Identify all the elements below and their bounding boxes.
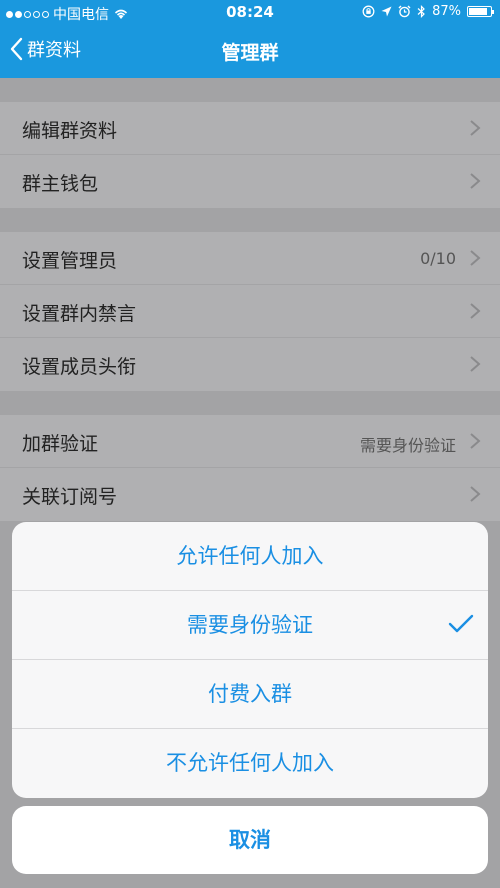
row-owner-wallet[interactable]: 群主钱包	[0, 155, 500, 208]
status-bar: 中国电信 08:24 87%	[0, 0, 500, 26]
option-disallow-anyone[interactable]: 不允许任何人加入	[12, 729, 488, 798]
row-label: 设置群内禁言	[22, 303, 137, 325]
option-label: 不允许任何人加入	[166, 751, 334, 775]
location-icon	[381, 6, 392, 17]
cancel-label: 取消	[229, 828, 271, 852]
settings-group-3: 加群验证 需要身份验证 关联订阅号	[0, 415, 500, 521]
cancel-button[interactable]: 取消	[12, 806, 488, 874]
row-value: 需要身份验证	[359, 436, 456, 455]
row-join-verification[interactable]: 加群验证 需要身份验证	[0, 415, 500, 468]
row-value: 0/10	[420, 249, 456, 268]
action-sheet: 允许任何人加入 需要身份验证 付费入群 不允许任何人加入	[12, 522, 488, 798]
row-set-admins[interactable]: 设置管理员 0/10	[0, 232, 500, 285]
battery-icon	[467, 6, 494, 17]
chevron-right-icon	[470, 250, 481, 266]
lock-rotation-icon	[362, 5, 375, 18]
row-label: 设置管理员	[22, 250, 118, 272]
row-linked-subscription[interactable]: 关联订阅号	[0, 468, 500, 521]
option-paid-join[interactable]: 付费入群	[12, 660, 488, 729]
nav-bar: 群资料 管理群	[0, 26, 500, 78]
settings-group-1: 编辑群资料 群主钱包	[0, 102, 500, 208]
row-label: 加群验证	[22, 433, 99, 455]
chevron-right-icon	[470, 173, 481, 189]
row-member-titles[interactable]: 设置成员头衔	[0, 338, 500, 391]
chevron-right-icon	[470, 356, 481, 372]
row-label: 设置成员头衔	[22, 356, 137, 378]
row-mute-members[interactable]: 设置群内禁言	[0, 285, 500, 338]
bluetooth-icon	[417, 5, 425, 18]
chevron-right-icon	[470, 433, 481, 449]
chevron-right-icon	[470, 486, 481, 502]
row-edit-group-profile[interactable]: 编辑群资料	[0, 102, 500, 155]
option-label: 允许任何人加入	[176, 544, 324, 568]
battery-percent: 87%	[432, 4, 461, 19]
chevron-right-icon	[470, 303, 481, 319]
settings-group-2: 设置管理员 0/10 设置群内禁言 设置成员头衔	[0, 232, 500, 391]
option-label: 付费入群	[208, 682, 292, 706]
row-label: 群主钱包	[22, 173, 99, 195]
row-label: 编辑群资料	[22, 120, 118, 142]
option-label: 需要身份验证	[187, 613, 313, 637]
chevron-right-icon	[470, 120, 481, 136]
option-allow-anyone[interactable]: 允许任何人加入	[12, 522, 488, 591]
checkmark-icon	[448, 614, 474, 633]
row-label: 关联订阅号	[22, 486, 118, 508]
status-right: 87%	[362, 4, 494, 19]
alarm-icon	[398, 5, 411, 18]
option-require-verification[interactable]: 需要身份验证	[12, 591, 488, 660]
page-title: 管理群	[221, 42, 279, 64]
